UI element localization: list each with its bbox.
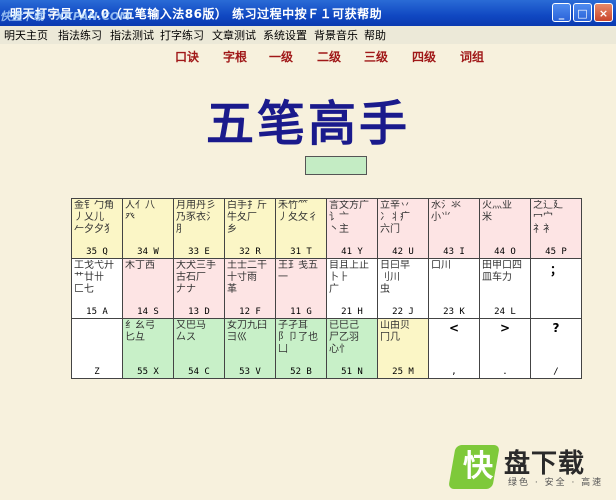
key-p[interactable]: 之辶廴 冖宀 礻衤 45 P bbox=[530, 198, 582, 259]
key-x[interactable]: 纟幺弓 匕彑 55 X bbox=[122, 318, 174, 379]
key-b[interactable]: 子孑耳 阝卩了也 凵 52 B bbox=[275, 318, 327, 379]
link-level-3[interactable]: 三级 bbox=[364, 48, 388, 65]
key-v[interactable]: 女刀九臼 彐巛 53 V bbox=[224, 318, 276, 379]
key-z[interactable]: Z bbox=[71, 318, 123, 379]
maximize-button[interactable]: □ bbox=[573, 3, 592, 22]
key-e[interactable]: 月用丹彡 乃豕衣氵 ⺼ 33 E bbox=[173, 198, 225, 259]
key-i[interactable]: 水氵氺 小⺌ 43 I bbox=[428, 198, 480, 259]
menu-bar: 明天主页 指法练习 指法测试 打字练习 文章测试 系统设置 背景音乐 帮助 bbox=[0, 26, 616, 45]
title-bar: 明天打字员 V2.0（五笔输入法86版） 练习过程中按Ｆ１可获帮助 快盘下载 ·… bbox=[0, 0, 616, 26]
key-r[interactable]: 白手扌斤 牛夂厂 乡 32 R bbox=[224, 198, 276, 259]
key-u[interactable]: 立辛丷 冫丬疒 六门 42 U bbox=[377, 198, 429, 259]
menu-music[interactable]: 背景音乐 bbox=[314, 27, 358, 43]
menu-finger-test[interactable]: 指法测试 bbox=[110, 27, 154, 43]
link-level-2[interactable]: 二级 bbox=[317, 48, 341, 65]
input-box[interactable] bbox=[305, 156, 367, 175]
key-n[interactable]: 已巳己 尸乙羽 心忄 51 N bbox=[326, 318, 378, 379]
key-l[interactable]: 田甲口四 皿车力 24 L bbox=[479, 258, 531, 319]
watermark: 快盘下载 · XKPAN.COM bbox=[0, 10, 131, 23]
key-j[interactable]: 日曰早 刂川 虫 22 J bbox=[377, 258, 429, 319]
key-g[interactable]: 王𤣩戋五 一 11 G bbox=[275, 258, 327, 319]
link-mnemonic[interactable]: 口诀 bbox=[175, 48, 199, 65]
menu-help[interactable]: 帮助 bbox=[364, 27, 386, 43]
key-a[interactable]: 工戈弋廾 艹廿卄 匚七 15 A bbox=[71, 258, 123, 319]
menu-article-test[interactable]: 文章测试 bbox=[212, 27, 256, 43]
key-slash[interactable]: ? / bbox=[530, 318, 582, 379]
key-f[interactable]: 土士二干 十寸雨 革 12 F bbox=[224, 258, 276, 319]
main-area: 口诀 字根 一级 二级 三级 四级 词组 五笔高手 金钅勹角 丿乂儿 𠂉夕夕犭 3… bbox=[0, 44, 616, 500]
close-button[interactable]: × bbox=[594, 3, 613, 22]
keyboard-root-map: 金钅勹角 丿乂儿 𠂉夕夕犭 35 Q 人亻八 癶 34 W 月用丹彡 乃豕衣氵 ⺼ 3… bbox=[71, 198, 582, 379]
link-level-4[interactable]: 四级 bbox=[412, 48, 436, 65]
link-level-1[interactable]: 一级 bbox=[269, 48, 293, 65]
link-roots[interactable]: 字根 bbox=[223, 48, 247, 65]
key-period[interactable]: >. bbox=[479, 318, 531, 379]
key-o[interactable]: 火灬业 米 44 O bbox=[479, 198, 531, 259]
key-d[interactable]: 大犬三手 古石厂 𠂇ナ 13 D bbox=[173, 258, 225, 319]
key-c[interactable]: 又巴马 厶ス 54 C bbox=[173, 318, 225, 379]
key-y[interactable]: 言文方广 讠亠 丶主 41 Y bbox=[326, 198, 378, 259]
menu-finger-practice[interactable]: 指法练习 bbox=[58, 27, 102, 43]
key-h[interactable]: 目且上止 卜⺊ 广 21 H bbox=[326, 258, 378, 319]
menu-typing-practice[interactable]: 打字练习 bbox=[160, 27, 204, 43]
link-phrases[interactable]: 词组 bbox=[460, 48, 484, 65]
key-w[interactable]: 人亻八 癶 34 W bbox=[122, 198, 174, 259]
key-m[interactable]: 山由贝 冂几 25 M bbox=[377, 318, 429, 379]
page-title: 五笔高手 bbox=[205, 96, 410, 152]
key-s[interactable]: 木丁西 14 S bbox=[122, 258, 174, 319]
menu-home[interactable]: 明天主页 bbox=[4, 27, 48, 43]
key-comma[interactable]: <, bbox=[428, 318, 480, 379]
brand-tagline: 绿色 · 安全 · 高速 bbox=[508, 478, 604, 488]
key-semicolon[interactable]: ； bbox=[530, 258, 582, 319]
minimize-button[interactable]: _ bbox=[552, 3, 571, 22]
key-t[interactable]: 禾竹𥫗 丿夂攵彳 31 T bbox=[275, 198, 327, 259]
brand-watermark: 快 盘下载 绿色 · 安全 · 高速 bbox=[448, 441, 614, 493]
brand-logo-char: 快 bbox=[463, 449, 493, 484]
menu-settings[interactable]: 系统设置 bbox=[263, 27, 307, 43]
key-q[interactable]: 金钅勹角 丿乂儿 𠂉夕夕犭 35 Q bbox=[71, 198, 123, 259]
key-k[interactable]: 口川 23 K bbox=[428, 258, 480, 319]
